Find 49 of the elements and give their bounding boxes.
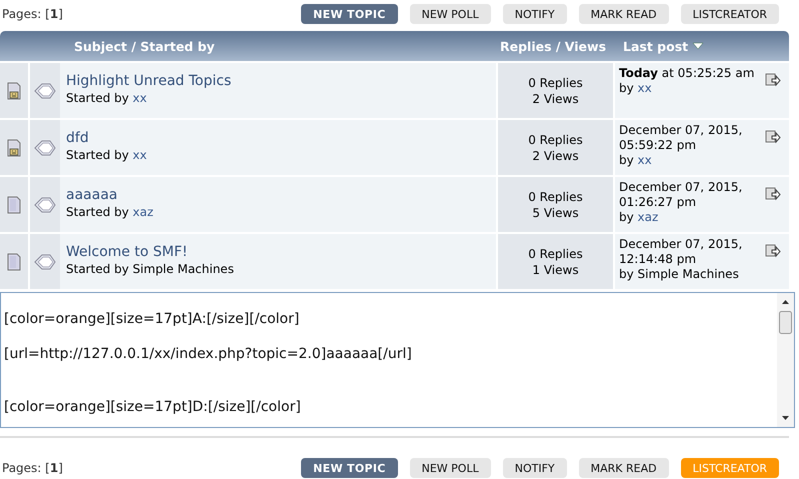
topic-link[interactable]: dfd	[66, 130, 490, 146]
last-post-author: by Simple Machines	[619, 267, 740, 282]
author-link[interactable]: xx	[132, 91, 147, 105]
views-count: 2 Views	[532, 92, 579, 106]
go-to-last-post-icon[interactable]	[765, 129, 781, 145]
toolbar-button[interactable]: MARK READ	[578, 4, 669, 24]
toolbar-button[interactable]: NEW POLL	[410, 4, 491, 24]
message-icon	[33, 80, 57, 100]
author-link[interactable]: xx	[638, 153, 652, 167]
go-to-last-post-icon[interactable]	[765, 186, 781, 202]
message-icon	[33, 194, 57, 214]
new-topic-button[interactable]: NEW TOPIC	[301, 458, 398, 478]
started-by: Started by xx	[66, 91, 148, 105]
pages-label: Pages: [1]	[2, 461, 63, 475]
last-post-author: by xaz	[619, 210, 660, 225]
replies-count: 0 Replies	[528, 246, 583, 260]
started-by: Started by xaz	[66, 205, 154, 219]
go-to-last-post-icon[interactable]	[765, 243, 781, 259]
last-post-time: Today at 05:25:25 am	[619, 66, 754, 81]
last-post-author: by xx	[619, 81, 653, 96]
toolbar-button[interactable]: LISTCREATOR	[680, 4, 779, 24]
toolbar-button[interactable]: NEW POLL	[410, 458, 491, 478]
views-count: 2 Views	[532, 148, 579, 162]
toolbar-button[interactable]: NOTIFY	[502, 458, 567, 478]
author-link[interactable]: xaz	[638, 210, 658, 224]
last-post-author: by xx	[619, 153, 653, 168]
started-by: Started by xx	[66, 148, 148, 162]
pages-label: Pages: [1]	[2, 7, 63, 21]
replies-count: 0 Replies	[528, 190, 583, 204]
topic-link[interactable]: aaaaaa	[66, 187, 490, 203]
views-count: 1 Views	[532, 262, 579, 276]
author-link[interactable]: xx	[638, 81, 652, 95]
replies-count: 0 Replies	[528, 76, 583, 90]
toolbar-button[interactable]: NOTIFY	[502, 4, 567, 24]
started-by: Started by Simple Machines	[66, 262, 235, 276]
message-icon	[33, 252, 57, 272]
topic-link[interactable]: Welcome to SMF!	[66, 244, 490, 260]
author-link[interactable]: xx	[132, 148, 147, 162]
sort-icon	[692, 42, 704, 50]
column-header: Replies / Views	[499, 38, 608, 54]
new-topic-button[interactable]: NEW TOPIC	[301, 4, 398, 24]
views-count: 5 Views	[532, 206, 579, 220]
column-header: Subject / Started by	[73, 38, 216, 54]
go-to-last-post-icon[interactable]	[765, 72, 781, 88]
replies-count: 0 Replies	[528, 132, 583, 146]
message-icon	[33, 138, 57, 158]
author-link[interactable]: xaz	[132, 205, 154, 219]
topic-link[interactable]: Highlight Unread Topics	[66, 73, 490, 89]
toolbar-button[interactable]: MARK READ	[578, 458, 669, 478]
